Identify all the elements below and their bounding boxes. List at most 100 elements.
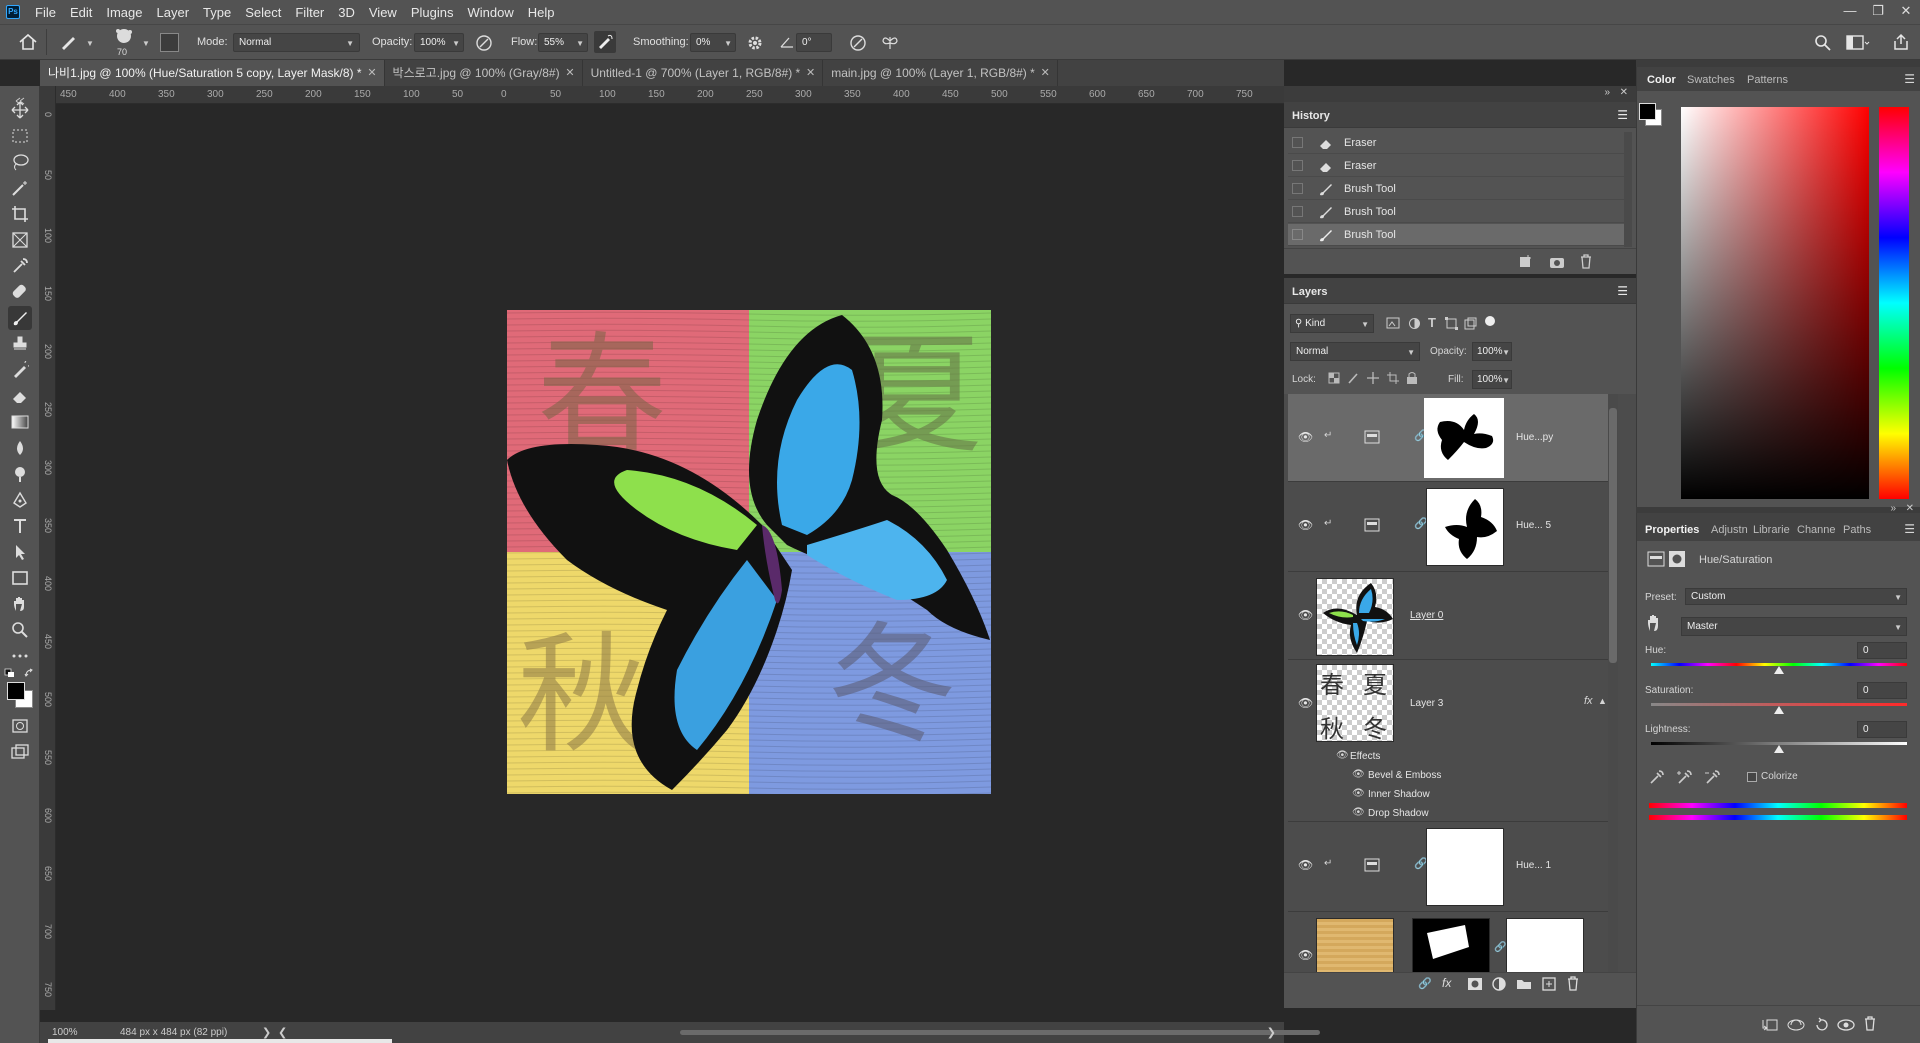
hue-input[interactable]: 0 <box>1857 642 1907 659</box>
lock-all-icon[interactable] <box>1406 371 1418 385</box>
opacity-field[interactable]: 100% ▼ <box>414 33 464 52</box>
collapse-panels-icon[interactable]: » <box>1604 87 1610 98</box>
close-icon[interactable]: ✕ <box>1892 0 1920 24</box>
eraser-tool-icon[interactable] <box>8 384 32 408</box>
mask-link-icon[interactable]: 🔗 <box>1494 942 1506 953</box>
quick-mask-icon[interactable] <box>8 714 32 738</box>
history-item[interactable]: Eraser <box>1288 132 1624 154</box>
screen-mode-icon[interactable] <box>8 740 32 764</box>
lock-artboard-icon[interactable] <box>1386 371 1400 385</box>
angle-field[interactable]: 0° <box>796 33 832 52</box>
tab-patterns[interactable]: Patterns <box>1747 74 1788 86</box>
mode-select[interactable]: Normal ▼ <box>233 33 360 52</box>
dodge-tool-icon[interactable] <box>8 462 32 486</box>
layer-row-hue-5[interactable]: 👁 ↵ 🔗 Hue... 5 <box>1288 482 1616 572</box>
close-tab-icon[interactable]: ✕ <box>806 60 815 86</box>
visibility-eye-icon[interactable]: 👁 <box>1298 608 1313 622</box>
type-tool-icon[interactable] <box>8 514 32 538</box>
history-source-checkbox[interactable] <box>1292 137 1303 148</box>
layer-row-hue-copy[interactable]: 👁 ↵ 🔗 Hue...py <box>1288 394 1616 482</box>
brush-settings-toggle-icon[interactable] <box>160 33 179 52</box>
new-layer-icon[interactable] <box>1542 977 1556 991</box>
view-previous-state-icon[interactable] <box>1787 1018 1805 1032</box>
gradient-tool-icon[interactable] <box>8 410 32 434</box>
blur-tool-icon[interactable] <box>8 436 32 460</box>
vertical-ruler[interactable]: 0 50 100 150 200 250 300 350 400 450 500 550 600 650 7… <box>40 86 56 1010</box>
visibility-eye-icon[interactable]: 👁 <box>1298 696 1313 710</box>
clone-stamp-tool-icon[interactable] <box>8 332 32 356</box>
history-scrollbar[interactable] <box>1624 132 1632 247</box>
hand-tool-icon[interactable] <box>8 592 32 616</box>
layer-blend-mode-select[interactable]: Normal ▼ <box>1290 342 1420 361</box>
tab-channels[interactable]: Channe <box>1797 524 1836 536</box>
airbrush-icon[interactable] <box>594 31 616 53</box>
menu-help[interactable]: Help <box>521 5 562 20</box>
menu-select[interactable]: Select <box>238 5 288 20</box>
layer-name[interactable]: Hue... 5 <box>1516 520 1551 531</box>
lock-image-brush-icon[interactable] <box>1347 372 1359 384</box>
close-tab-icon[interactable]: ✕ <box>367 60 376 86</box>
pen-tool-icon[interactable] <box>8 488 32 512</box>
lock-position-icon[interactable] <box>1366 371 1380 385</box>
layer-row-hue-1[interactable]: 👁 ↵ 🔗 Hue... 1 <box>1288 822 1616 912</box>
color-hue-strip[interactable] <box>1879 107 1909 499</box>
color-foreground-swatch[interactable] <box>1639 103 1656 120</box>
tab-properties[interactable]: Properties <box>1645 524 1699 536</box>
zoom-level[interactable]: 100% <box>52 1027 78 1038</box>
menu-image[interactable]: Image <box>99 5 149 20</box>
panel-menu-icon[interactable]: ☰ <box>1617 108 1628 122</box>
layers-title[interactable]: Layers <box>1292 286 1327 298</box>
home-icon[interactable] <box>18 33 38 51</box>
channel-select[interactable]: Master ▼ <box>1681 617 1907 636</box>
chevron-down-icon[interactable]: ▼ <box>86 39 94 48</box>
new-document-from-state-icon[interactable] <box>1518 255 1534 269</box>
tab-color[interactable]: Color <box>1647 74 1676 86</box>
frame-tool-icon[interactable] <box>8 228 32 252</box>
layer-row-layer-0[interactable]: 👁 Layer 0 <box>1288 572 1616 660</box>
eyedropper-subtract-icon[interactable] <box>1705 769 1721 785</box>
delete-adjustment-icon[interactable] <box>1863 1016 1877 1032</box>
reset-adjustment-icon[interactable] <box>1813 1017 1829 1033</box>
new-group-folder-icon[interactable] <box>1516 978 1532 990</box>
eyedropper-sample-icon[interactable] <box>1649 769 1665 785</box>
snapshot-camera-icon[interactable] <box>1549 255 1565 269</box>
filter-pixel-icon[interactable] <box>1386 317 1400 329</box>
document-canvas[interactable]: 春 夏 秋 冬 <box>507 310 991 794</box>
eyedropper-tool-icon[interactable] <box>8 254 32 278</box>
effect-bevel-emboss[interactable]: Bevel & Emboss <box>1368 770 1441 781</box>
search-icon[interactable] <box>1814 34 1832 52</box>
close-panels-icon[interactable]: ✕ <box>1620 87 1628 98</box>
history-source-checkbox[interactable] <box>1292 160 1303 171</box>
menu-file[interactable]: File <box>28 5 63 20</box>
layer-effects-fx-icon[interactable]: fx <box>1584 695 1593 707</box>
color-saturation-field[interactable] <box>1681 107 1869 499</box>
filter-shape-icon[interactable] <box>1445 317 1458 330</box>
layer-filter-kind[interactable]: ⚲ Kind ▼ <box>1290 314 1374 333</box>
layer-row-wood[interactable]: 👁 🔗 <box>1288 912 1616 974</box>
default-colors-icon[interactable] <box>4 668 16 678</box>
more-tools-icon[interactable] <box>8 644 32 668</box>
visibility-eye-icon[interactable]: 👁 <box>1298 518 1313 532</box>
visibility-eye-icon[interactable]: 👁 <box>1298 430 1313 444</box>
new-adjustment-layer-icon[interactable] <box>1492 977 1506 991</box>
menu-layer[interactable]: Layer <box>150 5 197 20</box>
layer-mask-thumbnail[interactable] <box>1424 398 1504 478</box>
layer-opacity-field[interactable]: 100% ▼ <box>1472 342 1512 361</box>
menu-filter[interactable]: Filter <box>288 5 331 20</box>
panel-menu-icon[interactable]: ☰ <box>1904 522 1915 536</box>
history-item[interactable]: Brush Tool <box>1288 178 1624 200</box>
tab-main[interactable]: main.jpg @ 100% (Layer 1, RGB/8#) * ✕ <box>823 60 1058 86</box>
history-item[interactable]: Brush Tool <box>1288 201 1624 223</box>
tab-adjustments[interactable]: Adjustn <box>1711 524 1748 536</box>
crop-tool-icon[interactable] <box>8 202 32 226</box>
menu-plugins[interactable]: Plugins <box>404 5 461 20</box>
layer-thumbnail[interactable]: 春 夏 秋 冬 <box>1316 664 1394 742</box>
close-tab-icon[interactable]: ✕ <box>565 60 574 86</box>
magic-wand-tool-icon[interactable] <box>8 176 32 200</box>
menu-3d[interactable]: 3D <box>331 5 362 20</box>
pressure-opacity-icon[interactable] <box>474 33 494 53</box>
panel-menu-icon[interactable]: ☰ <box>1904 72 1915 86</box>
eyedropper-add-icon[interactable] <box>1677 769 1693 785</box>
effect-eye-icon[interactable]: 👁 <box>1352 769 1365 780</box>
workspace-icon[interactable] <box>1846 34 1870 52</box>
